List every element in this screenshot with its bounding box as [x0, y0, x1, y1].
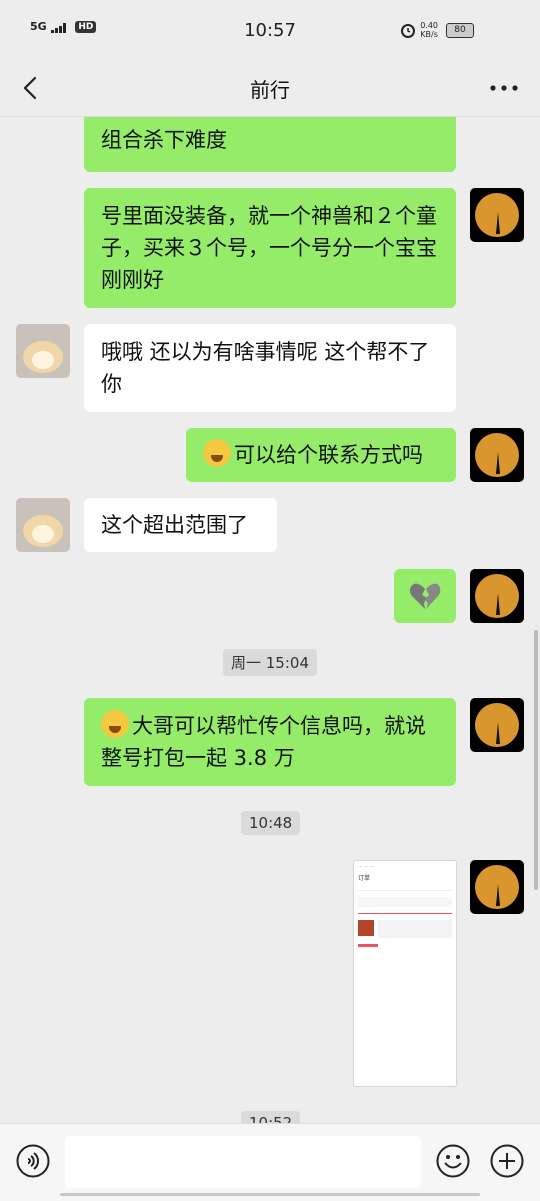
timestamp: 10:52	[241, 1111, 301, 1123]
thumb-statusbar: ··· ·· ···	[358, 864, 374, 870]
thumb-tabs	[358, 897, 452, 907]
contact-avatar[interactable]	[16, 498, 70, 552]
plus-icon[interactable]	[490, 1144, 524, 1178]
message-bubble[interactable]: 大哥可以帮忙传个信息吗，就说整号打包一起 3.8 万	[84, 698, 456, 786]
broken-heart-icon	[409, 583, 441, 609]
voice-icon[interactable]	[16, 1144, 50, 1178]
input-bar	[0, 1123, 540, 1201]
status-bar: 5G HD 10:57 0.40 KB/s 80	[0, 0, 540, 60]
speed-value: 0.40	[420, 21, 438, 30]
message-bubble[interactable]: 组合杀下难度	[84, 117, 456, 172]
moon-avatar-icon	[475, 865, 519, 909]
chat-title: 前行	[250, 78, 290, 102]
moon-avatar-icon	[475, 574, 519, 618]
message-text: 哦哦 还以为有啥事情呢 这个帮不了你	[101, 340, 430, 396]
battery-indicator: 80	[446, 23, 474, 38]
thumb-order-row	[358, 920, 452, 938]
message-text: 可以给个联系方式吗	[234, 443, 423, 467]
image-message[interactable]: ··· ·· ··· 订单	[353, 860, 457, 1087]
message-text: 号里面没装备，就一个神兽和２个童子，买来３个号，一个号分一个宝宝刚刚好	[101, 204, 437, 292]
message-list[interactable]: 组合杀下难度 号里面没装备，就一个神兽和２个童子，买来３个号，一个号分一个宝宝刚…	[0, 117, 540, 1123]
message-bubble[interactable]	[394, 569, 456, 623]
my-avatar[interactable]	[470, 860, 524, 914]
message-input[interactable]	[65, 1136, 421, 1188]
timestamp: 10:48	[241, 811, 301, 835]
moon-avatar-icon	[475, 703, 519, 747]
gesture-bar	[60, 1193, 480, 1196]
message-text: 这个超出范围了	[101, 513, 248, 537]
pet-avatar-icon	[23, 515, 63, 547]
crying-face-icon	[203, 439, 231, 467]
my-avatar[interactable]	[470, 188, 524, 242]
more-dots-icon[interactable]	[488, 74, 520, 102]
message-bubble[interactable]: 这个超出范围了	[84, 498, 277, 552]
pet-avatar-icon	[23, 341, 63, 373]
chat-header: 前行	[0, 60, 540, 117]
message-bubble[interactable]: 哦哦 还以为有啥事情呢 这个帮不了你	[84, 324, 456, 412]
my-avatar[interactable]	[470, 569, 524, 623]
alarm-icon	[401, 24, 415, 38]
message-bubble[interactable]: 可以给个联系方式吗	[186, 428, 456, 482]
crying-face-icon	[101, 710, 129, 738]
network-speed: 0.40 KB/s	[420, 21, 438, 39]
my-avatar[interactable]	[470, 428, 524, 482]
contact-avatar[interactable]	[16, 324, 70, 378]
scrollbar[interactable]	[534, 630, 538, 890]
speed-unit: KB/s	[420, 30, 438, 39]
thumb-title: 订单	[358, 875, 371, 882]
emoji-icon[interactable]	[436, 1144, 470, 1178]
timestamp: 周一 15:04	[223, 649, 317, 676]
my-avatar[interactable]	[470, 698, 524, 752]
message-text: 组合杀下难度	[101, 128, 227, 152]
message-text: 大哥可以帮忙传个信息吗，就说整号打包一起 3.8 万	[101, 714, 426, 770]
moon-avatar-icon	[475, 193, 519, 237]
moon-avatar-icon	[475, 433, 519, 477]
message-bubble[interactable]: 号里面没装备，就一个神兽和２个童子，买来３个号，一个号分一个宝宝刚刚好	[84, 188, 456, 308]
